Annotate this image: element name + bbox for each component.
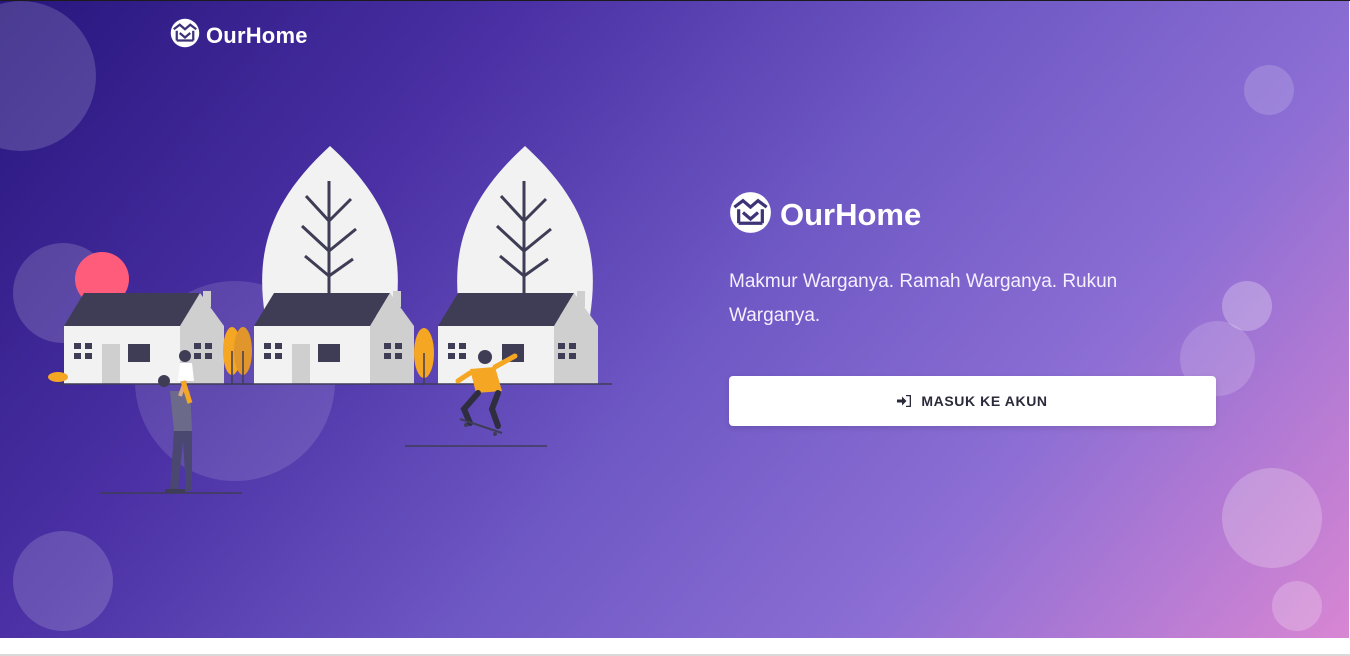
house-logo-icon — [729, 191, 772, 239]
decor-bubble — [0, 1, 96, 151]
panel-brand: OurHome — [729, 191, 1217, 239]
neighborhood-illustration — [40, 141, 620, 501]
house-illustration — [254, 291, 414, 384]
tagline: Makmur Warganya. Ramah Warganya. Rukun W… — [729, 271, 1118, 326]
panel-brand-name: OurHome — [780, 197, 922, 232]
decor-bubble — [1222, 468, 1322, 568]
tree-illustration — [262, 146, 593, 316]
house-logo-icon — [170, 18, 200, 53]
navbar-brand[interactable]: OurHome — [170, 18, 308, 53]
login-button[interactable]: MASUK KE AKUN — [729, 376, 1216, 426]
brand-name: OurHome — [206, 22, 308, 48]
decor-bubble — [13, 531, 113, 631]
house-illustration — [64, 291, 224, 384]
login-button-label: MASUK KE AKUN — [921, 393, 1048, 409]
login-panel: OurHome Makmur Warganya. Ramah Warganya.… — [729, 191, 1217, 426]
hero-section: OurHome OurHome Makmur Warganya. Ramah W… — [0, 1, 1349, 638]
decor-bubble — [1244, 65, 1294, 115]
decor-bubble — [1272, 581, 1322, 631]
sign-in-icon — [897, 395, 912, 407]
house-illustration — [438, 291, 598, 384]
